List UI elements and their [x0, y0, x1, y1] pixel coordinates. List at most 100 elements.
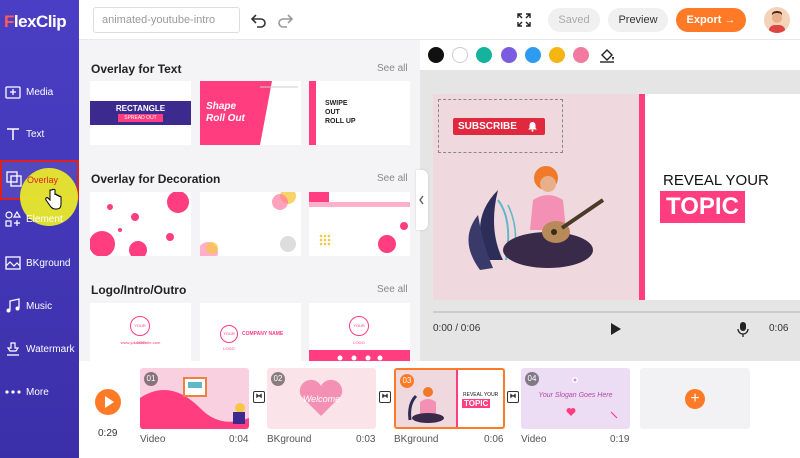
logo-thumb-1[interactable]: YOUR LOGO www.yourwebsite.com: [90, 303, 191, 361]
sidebar-item-label: Watermark: [26, 344, 75, 355]
timeline-clip-4[interactable]: Your Slogan Goes Here 04: [521, 368, 630, 429]
transition-icon[interactable]: ⧓: [379, 391, 391, 403]
sidebar-item-text[interactable]: Text: [0, 116, 79, 156]
clip-text: TOPIC: [462, 399, 491, 408]
element-icon: [5, 211, 21, 227]
color-swatch-pink[interactable]: [573, 47, 589, 63]
sidebar-item-media[interactable]: Media: [0, 74, 79, 114]
section-title: Overlay for Text: [91, 62, 182, 76]
play-icon: [105, 396, 114, 408]
redo-icon[interactable]: [277, 12, 293, 28]
clip-thumbnail: [408, 387, 444, 423]
see-all-link[interactable]: See all: [377, 173, 408, 184]
flexclip-logo[interactable]: FlexClip: [4, 12, 76, 34]
export-label: Export: [686, 14, 722, 26]
logo-thumb-2[interactable]: YOUR LOGO COMPANY NAME: [200, 303, 301, 361]
overlay-thumb-rectangle[interactable]: RECTANGLE SPREAD OUT: [90, 81, 191, 145]
thumb-pattern-graphic: [309, 192, 410, 253]
sidebar-item-label: Media: [26, 87, 54, 98]
saved-button[interactable]: Saved: [548, 8, 600, 32]
sidebar: FlexClip Media Text Overlay Element BKgr…: [0, 0, 79, 458]
panel-collapse-handle[interactable]: [416, 170, 428, 230]
color-swatch-blue[interactable]: [525, 47, 541, 63]
overlay-thumb-dots[interactable]: [90, 192, 191, 256]
logo-circle: YOUR LOGO: [349, 316, 369, 345]
paint-bucket-icon[interactable]: [599, 47, 615, 63]
clip-type-label: BKground: [394, 434, 439, 445]
color-swatch-yellow[interactable]: [549, 47, 565, 63]
microphone-icon[interactable]: [737, 321, 749, 337]
sidebar-item-music[interactable]: Music: [0, 288, 79, 328]
watermark-icon: [6, 342, 20, 356]
music-icon: [6, 298, 20, 313]
logo-circle: YOUR LOGO: [220, 325, 238, 351]
thumb-text: Shape: [206, 101, 237, 112]
media-icon: [5, 86, 21, 99]
clip-type-label: BKground: [267, 434, 312, 445]
more-icon: [5, 390, 21, 394]
timeline-clip-2[interactable]: Welcome 02: [267, 368, 376, 429]
thumb-text: RECTANGLE: [115, 104, 166, 113]
project-name-input[interactable]: animated-youtube-intro: [93, 7, 240, 33]
video-preview-stage[interactable]: SUBSCRIBE REVEAL YOUR TOPIC: [433, 94, 800, 300]
undo-icon[interactable]: [251, 12, 267, 28]
sidebar-item-label: Text: [26, 129, 45, 140]
timeline-play-button[interactable]: [95, 389, 121, 415]
overlay-thumb-circles[interactable]: [200, 192, 301, 256]
transition-icon[interactable]: ⧓: [253, 391, 265, 403]
sidebar-item-label: Element: [26, 214, 63, 225]
play-icon[interactable]: [610, 322, 622, 336]
thumb-line: ROLL UP: [325, 118, 356, 125]
thumb-circles-graphic: [200, 192, 296, 256]
sidebar-item-watermark[interactable]: Watermark: [0, 331, 79, 371]
timeline-clip-3-selected[interactable]: REVEAL YOUR TOPIC 03: [394, 368, 505, 429]
color-swatch-purple[interactable]: [501, 47, 517, 63]
clip-number: 02: [271, 372, 285, 386]
see-all-link[interactable]: See all: [377, 63, 408, 74]
overlay-thumb-swipe[interactable]: SWIPE OUT ROLL UP: [309, 81, 410, 145]
progress-bar[interactable]: [433, 311, 800, 313]
thumb-line: SWIPE: [325, 100, 348, 107]
logo-thumb-3[interactable]: YOUR LOGO: [309, 303, 410, 361]
sidebar-item-bkground[interactable]: BKground: [0, 245, 79, 285]
see-all-link[interactable]: See all: [377, 284, 408, 295]
subscribe-button-graphic: SUBSCRIBE: [453, 118, 545, 135]
thumb-subtext: Roll Out: [206, 113, 245, 124]
timeline-clip-1[interactable]: 01: [140, 368, 249, 429]
reveal-heading: REVEAL YOUR: [663, 172, 769, 189]
sidebar-item-label: BKground: [26, 258, 71, 269]
overlay-thumb-shape[interactable]: Shape Roll Out: [200, 81, 301, 145]
arrow-right-icon: →: [724, 14, 736, 26]
sidebar-item-element[interactable]: Element: [0, 201, 79, 241]
top-toolbar: animated-youtube-intro Saved Preview Exp…: [79, 0, 800, 40]
clip-type-label: Video: [140, 434, 166, 445]
overlay-thumb-pattern[interactable]: [309, 192, 410, 256]
clip-duration: 0:03: [356, 434, 376, 445]
fullscreen-icon[interactable]: [517, 13, 531, 27]
section-title: Overlay for Decoration: [91, 172, 221, 186]
sidebar-item-more[interactable]: More: [0, 374, 79, 414]
color-swatch-white[interactable]: [452, 47, 468, 63]
background-icon: [5, 256, 21, 270]
avatar[interactable]: [764, 7, 790, 33]
clip-text: Your Slogan Goes Here: [538, 392, 613, 399]
thumb-line: OUT: [325, 109, 340, 116]
preview-button[interactable]: Preview: [608, 8, 668, 32]
transition-icon[interactable]: ⧓: [507, 391, 519, 403]
clip-text: REVEAL YOUR: [463, 392, 499, 398]
clip-text: Welcome: [302, 394, 341, 404]
logo-caption: www.yourwebsite.com: [120, 340, 161, 345]
export-button[interactable]: Export →: [676, 8, 746, 32]
clip-number: 01: [144, 372, 158, 386]
plus-icon: +: [685, 389, 705, 409]
user-avatar-icon: [769, 11, 785, 33]
timeline-total-time: 0:29: [98, 428, 118, 439]
overlay-icon: [6, 171, 22, 187]
color-swatch-teal[interactable]: [476, 47, 492, 63]
color-swatch-black[interactable]: [428, 47, 444, 63]
sidebar-item-label: Music: [26, 301, 53, 312]
add-clip-button[interactable]: +: [640, 368, 750, 429]
clip-number: 04: [525, 372, 539, 386]
clip-duration: 0:06: [484, 434, 504, 445]
clip-divider: [456, 370, 458, 427]
